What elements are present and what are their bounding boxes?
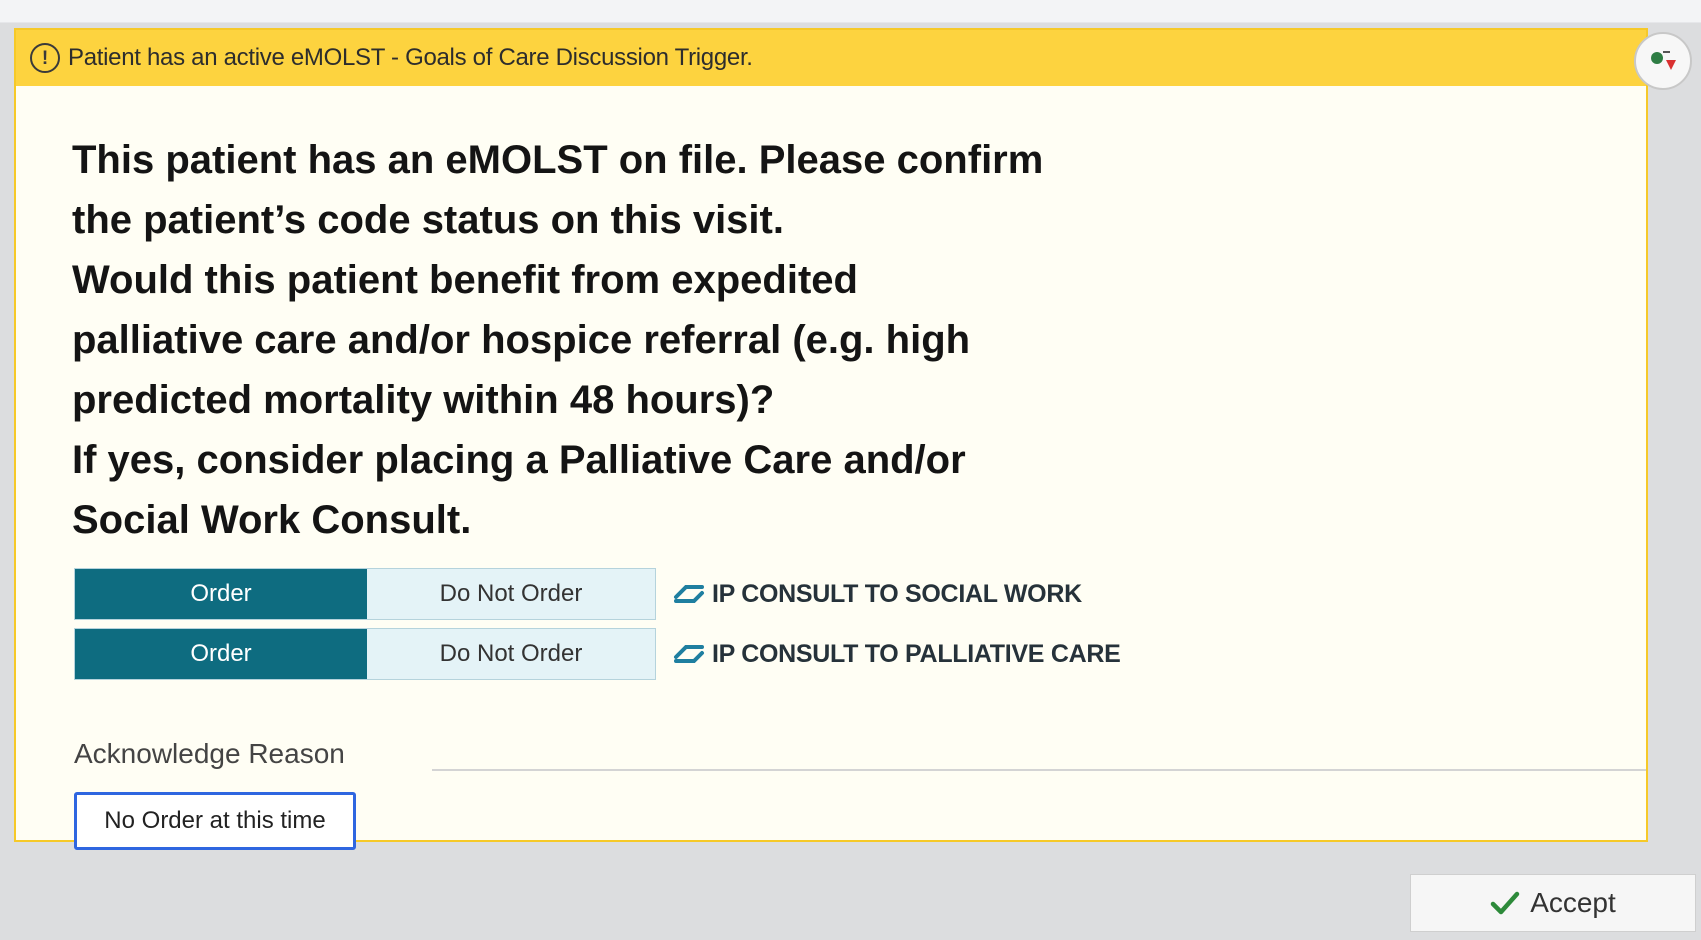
checkmark-icon — [1490, 890, 1520, 916]
do-not-order-button-palliative-care[interactable]: Do Not Order — [367, 629, 655, 679]
order-row-palliative-care: Order Do Not Order IP CONSULT TO PALLIAT… — [74, 628, 1121, 680]
message-line: palliative care and/or hospice referral … — [72, 318, 971, 362]
order-row-social-work: Order Do Not Order IP CONSULT TO SOCIAL … — [74, 568, 1082, 620]
alert-message: This patient has an eMOLST on file. Plea… — [72, 130, 1172, 550]
order-name-social-work[interactable]: IP CONSULT TO SOCIAL WORK — [672, 580, 1082, 609]
order-link-icon — [672, 643, 706, 665]
message-line: If yes, consider placing a Palliative Ca… — [72, 438, 966, 482]
alert-header: ! Patient has an active eMOLST - Goals o… — [16, 30, 1646, 86]
window-top-strip — [0, 0, 1701, 23]
reason-no-order-button[interactable]: No Order at this time — [74, 792, 356, 850]
order-link-icon — [672, 583, 706, 605]
order-name-palliative-care[interactable]: IP CONSULT TO PALLIATIVE CARE — [672, 639, 1121, 669]
message-line: Would this patient benefit from expedite… — [72, 258, 858, 302]
warning-circle-icon: ! — [30, 43, 60, 73]
message-line: predicted mortality within 48 hours)? — [72, 378, 775, 422]
accept-button[interactable]: Accept — [1410, 874, 1696, 932]
order-name-label: IP CONSULT TO SOCIAL WORK — [712, 579, 1082, 608]
bpa-alert-card: ! Patient has an active eMOLST - Goals o… — [14, 28, 1648, 850]
message-line: This patient has an eMOLST on file. Plea… — [72, 138, 1044, 182]
acknowledge-divider — [432, 769, 1646, 771]
order-button-palliative-care[interactable]: Order — [75, 629, 367, 679]
do-not-order-button-social-work[interactable]: Do Not Order — [367, 569, 655, 619]
order-toggle-palliative-care: Order Do Not Order — [74, 628, 656, 680]
message-line: Social Work Consult. — [72, 498, 472, 542]
message-line: the patient’s code status on this visit. — [72, 198, 784, 242]
accept-button-label: Accept — [1530, 887, 1616, 918]
order-button-social-work[interactable]: Order — [75, 569, 367, 619]
order-toggle-social-work: Order Do Not Order — [74, 568, 656, 620]
alert-header-title: Patient has an active eMOLST - Goals of … — [68, 44, 753, 71]
smart-tools-icon[interactable] — [1634, 32, 1692, 90]
acknowledge-reason-label: Acknowledge Reason — [74, 738, 345, 769]
order-name-label: IP CONSULT TO PALLIATIVE CARE — [712, 639, 1121, 668]
